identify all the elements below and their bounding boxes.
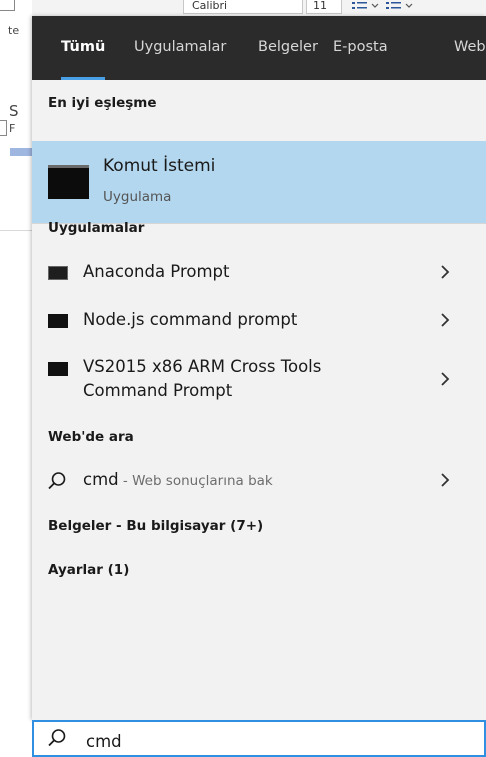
active-tab-indicator [61,77,106,80]
web-search-heading: Web'de ara [48,429,134,445]
app-result-label: Anaconda Prompt [83,262,230,281]
chevron-right-icon[interactable] [438,311,452,329]
font-name-box[interactable]: Calibri [183,0,303,14]
web-search-result[interactable]: cmd - Web sonuçlarına bak [32,464,486,498]
tab-label: Uygulamalar [134,39,227,55]
documents-heading[interactable]: Belgeler - Bu bilgisayar (7+) [48,518,263,534]
web-search-label: cmd - Web sonuçlarına bak [83,469,273,492]
command-prompt-icon [48,165,89,199]
search-box[interactable] [32,720,486,757]
app-result-vs2015-prompt[interactable]: VS2015 x86 ARM Cross Tools Command Promp… [32,352,486,408]
nodejs-prompt-icon [48,314,68,328]
search-scope-tabs: Tümü Uygulamalar Belgeler E-posta Web [32,16,486,80]
style-box-fragment [0,120,7,136]
chevron-right-icon[interactable] [438,370,452,388]
apps-heading: Uygulamalar [48,220,145,236]
app-result-label: Node.js command prompt [83,310,298,329]
style-text-fragment: S [9,102,19,120]
best-match-heading: En iyi eşleşme [48,95,157,111]
font-size-box[interactable]: 11 [306,0,342,14]
web-search-suffix: - Web sonuçlarına bak [118,473,273,489]
selection-bar-fragment [10,148,32,156]
tab-web[interactable]: Web [454,16,486,80]
chevron-right-icon[interactable] [438,263,452,281]
app-result-nodejs-prompt[interactable]: Node.js command prompt [32,304,486,338]
tab-all[interactable]: Tümü [61,16,106,80]
app-result-anaconda-prompt[interactable]: Anaconda Prompt [32,256,486,290]
app-result-label-line1: VS2015 x86 ARM Cross Tools [83,357,322,376]
vs-prompt-icon [48,362,68,376]
ribbon-text-fragment: te [8,24,20,37]
tab-apps[interactable]: Uygulamalar [134,16,226,80]
tab-label: Web [454,39,486,55]
tab-label: E-posta [333,39,388,55]
best-match-name: Komut İstemi [103,156,216,176]
tab-documents[interactable]: Belgeler [258,16,318,80]
chevron-right-icon[interactable] [438,471,452,489]
search-input[interactable] [86,730,466,752]
best-match-type: Uygulama [103,189,172,205]
tab-email[interactable]: E-posta [333,16,388,80]
web-search-query: cmd [83,470,119,489]
tab-label: Tümü [61,39,106,55]
app-result-label-line2: Command Prompt [83,381,233,400]
settings-heading[interactable]: Ayarlar (1) [48,562,129,578]
search-icon [46,470,68,492]
search-icon [46,727,68,749]
tab-label: Belgeler [258,39,318,55]
best-match-result[interactable]: Komut İstemi Uygulama [32,141,486,223]
ribbon-box-fragment [0,0,15,11]
list-format-icons[interactable] [350,0,470,14]
style-subtext-fragment: F [9,122,16,135]
anaconda-prompt-icon [48,266,68,280]
bullets-icon[interactable] [350,0,460,14]
divider-fragment [0,230,32,231]
search-results-panel: Tümü Uygulamalar Belgeler E-posta Web En… [32,16,486,720]
